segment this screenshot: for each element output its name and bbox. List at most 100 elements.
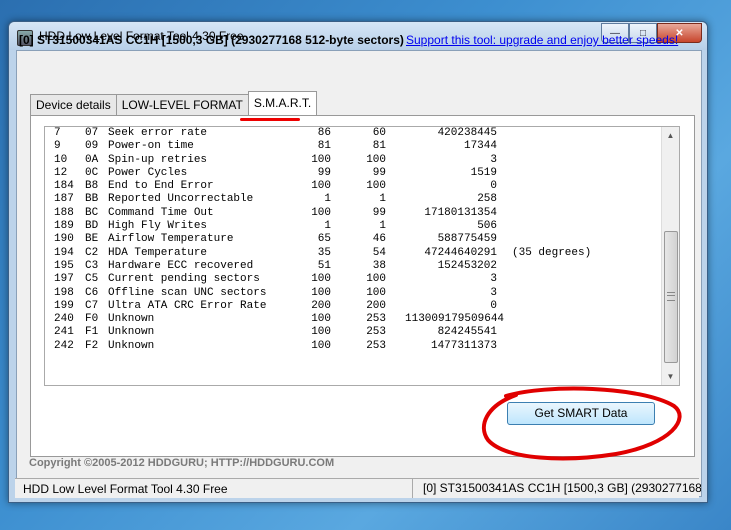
attr-worst: 99 [372, 166, 386, 179]
attr-worst: 253 [366, 313, 386, 326]
attr-raw: 0 [490, 180, 497, 193]
attr-worst: 253 [366, 326, 386, 339]
attr-worst: 253 [366, 339, 386, 352]
attr-name: High Fly Writes [108, 220, 208, 233]
attr-name: Power Cycles [108, 166, 188, 179]
attr-name: Unknown [108, 326, 155, 339]
attr-value: 100 [311, 339, 331, 352]
tab-low-level-format[interactable]: LOW-LEVEL FORMAT [115, 94, 249, 115]
attr-value: 65 [317, 233, 331, 246]
attr-raw: 420238445 [437, 127, 497, 139]
attr-raw: 588775459 [437, 233, 497, 246]
attr-name: Unknown [108, 339, 155, 352]
attr-name: Offline scan UNC sectors [108, 286, 267, 299]
attr-worst: 1 [379, 193, 386, 206]
attr-value: 100 [311, 326, 331, 339]
attr-value: 51 [317, 259, 331, 272]
scroll-thumb[interactable] [664, 231, 678, 363]
list-item[interactable]: 194 C2 HDA Temperature 35 54 47244640291 (35 d… [45, 247, 662, 260]
attr-id: 7 [54, 127, 61, 139]
list-item[interactable]: 242 F2 Unknown 100 253 1477311373 [45, 340, 662, 353]
attr-id: 10 [54, 153, 68, 166]
attr-hex: BE [85, 233, 99, 246]
list-item[interactable]: 199 C7 Ultra ATA CRC Error Rate 200 200 0 [45, 300, 662, 313]
attr-id: 194 [54, 246, 74, 259]
attr-raw: 113009179509644 [405, 313, 505, 326]
attr-hex: 07 [85, 127, 99, 139]
attr-id: 242 [54, 339, 74, 352]
attr-hex: BD [85, 220, 99, 233]
attr-name: Command Time Out [108, 206, 214, 219]
attr-raw: 17180131354 [424, 206, 497, 219]
list-item[interactable]: 12 0C Power Cycles 99 99 1519 [45, 167, 662, 180]
attr-id: 241 [54, 326, 74, 339]
list-item[interactable]: 240 F0 Unknown 100 253 113009179509644 [45, 313, 662, 326]
vertical-scrollbar[interactable]: ▲ ▼ [661, 127, 679, 385]
list-item[interactable]: 197 C5 Current pending sectors 100 100 3 [45, 273, 662, 286]
attr-note: (35 degrees) [512, 246, 592, 259]
smart-attribute-list[interactable]: 7 07 Seek error rate 86 60 420238445 9 09 Power-… [44, 126, 680, 386]
attr-id: 199 [54, 299, 74, 312]
list-item[interactable]: 241 F1 Unknown 100 253 824245541 [45, 326, 662, 339]
attr-value: 81 [317, 140, 331, 153]
attr-worst: 100 [366, 286, 386, 299]
list-item[interactable]: 9 09 Power-on time 81 81 17344 [45, 140, 662, 153]
attr-value: 200 [311, 299, 331, 312]
attr-hex: 09 [85, 140, 99, 153]
attr-value: 100 [311, 273, 331, 286]
tab-device-details[interactable]: Device details [30, 94, 117, 115]
attr-worst: 60 [372, 127, 386, 139]
smart-rows: 7 07 Seek error rate 86 60 420238445 9 09 Power-… [45, 127, 662, 353]
attr-raw: 824245541 [437, 326, 497, 339]
attr-raw: 17344 [463, 140, 497, 153]
scroll-up-arrow-icon[interactable]: ▲ [662, 127, 679, 144]
attr-worst: 54 [372, 246, 386, 259]
list-item[interactable]: 10 0A Spin-up retries 100 100 3 [45, 154, 662, 167]
attr-name: Airflow Temperature [108, 233, 234, 246]
attr-raw: 258 [477, 193, 497, 206]
attr-raw: 3 [490, 273, 497, 286]
attr-raw: 47244640291 [424, 246, 497, 259]
list-item[interactable]: 189 BD High Fly Writes 1 1 506 [45, 220, 662, 233]
attr-hex: C5 [85, 273, 99, 286]
attr-hex: C2 [85, 246, 99, 259]
list-item[interactable]: 188 BC Command Time Out 100 99 17180131354 [45, 207, 662, 220]
attr-name: Power-on time [108, 140, 194, 153]
attr-hex: F2 [85, 339, 99, 352]
attr-worst: 99 [372, 206, 386, 219]
attr-raw: 3 [490, 286, 497, 299]
attr-name: Reported Uncorrectable [108, 193, 254, 206]
attr-id: 9 [54, 140, 61, 153]
attr-name: Current pending sectors [108, 273, 260, 286]
attr-hex: F0 [85, 313, 99, 326]
annotation-underline [240, 118, 300, 121]
attr-name: End to End Error [108, 180, 214, 193]
grip-icon [667, 292, 675, 301]
attr-id: 187 [54, 193, 74, 206]
attr-value: 100 [311, 206, 331, 219]
attr-raw: 0 [490, 299, 497, 312]
tab-strip: Device details LOW-LEVEL FORMAT S.M.A.R.… [30, 91, 318, 115]
attr-value: 1 [324, 193, 331, 206]
attr-worst: 100 [366, 273, 386, 286]
attr-hex: 0A [85, 153, 99, 166]
attr-value: 100 [311, 286, 331, 299]
attr-name: Spin-up retries [108, 153, 208, 166]
attr-hex: BC [85, 206, 99, 219]
list-item[interactable]: 190 BE Airflow Temperature 65 46 588775459 [45, 233, 662, 246]
attr-value: 99 [317, 166, 331, 179]
attr-id: 195 [54, 259, 74, 272]
list-item[interactable]: 7 07 Seek error rate 86 60 420238445 [45, 127, 662, 140]
attr-id: 189 [54, 220, 74, 233]
list-item[interactable]: 195 C3 Hardware ECC recovered 51 38 152453202 [45, 260, 662, 273]
list-item[interactable]: 198 C6 Offline scan UNC sectors 100 100 3 [45, 287, 662, 300]
list-item[interactable]: 184 B8 End to End Error 100 100 0 [45, 180, 662, 193]
attr-raw: 1477311373 [430, 339, 497, 352]
status-app-name: HDD Low Level Format Tool 4.30 Free [23, 482, 228, 496]
attr-worst: 81 [372, 140, 386, 153]
tab-smart[interactable]: S.M.A.R.T. [247, 91, 318, 115]
list-item[interactable]: 187 BB Reported Uncorrectable 1 1 258 [45, 193, 662, 206]
attr-id: 184 [54, 180, 74, 193]
annotation-circle [482, 386, 682, 461]
upgrade-link[interactable]: Support this tool: upgrade and enjoy bet… [406, 33, 678, 47]
